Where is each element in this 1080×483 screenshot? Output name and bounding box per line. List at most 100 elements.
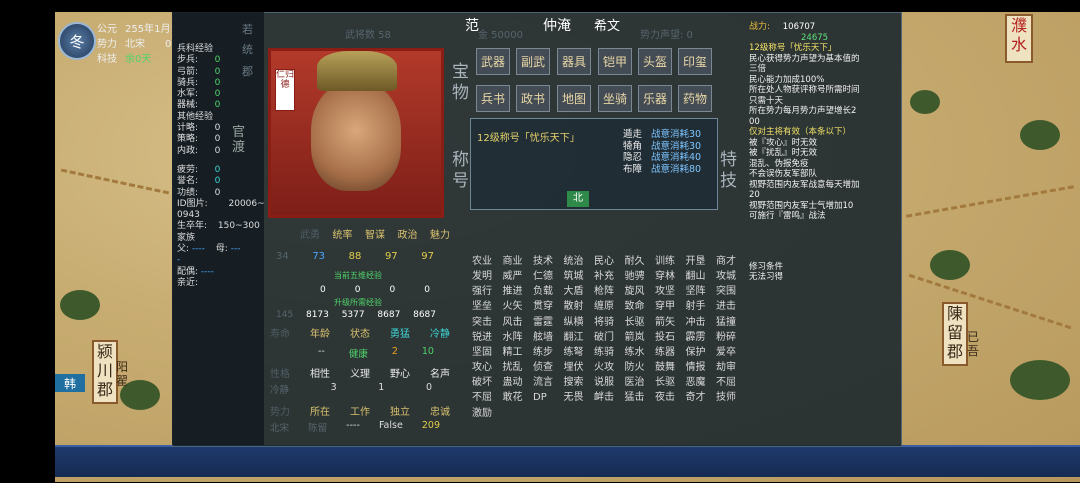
- military-book-slot-button[interactable]: 兵书: [476, 85, 510, 112]
- skill-cell[interactable]: 长驱: [625, 315, 656, 330]
- skill-cell[interactable]: 奇才: [686, 390, 717, 405]
- city-sign-chenliu[interactable]: 陳留郡: [942, 302, 968, 366]
- skill-cell[interactable]: 练器: [655, 345, 686, 360]
- skill-cell[interactable]: 突围: [716, 284, 747, 299]
- skill-cell[interactable]: 火攻: [594, 360, 625, 375]
- skill-cell[interactable]: 精工: [503, 345, 534, 360]
- skill-cell[interactable]: 威严: [503, 269, 534, 284]
- skill-cell[interactable]: 不屈: [472, 390, 503, 405]
- skill-cell[interactable]: 推进: [503, 284, 534, 299]
- skill-cell[interactable]: 突击: [472, 315, 503, 330]
- skill-cell[interactable]: 练步: [533, 345, 564, 360]
- skill-cell[interactable]: 投石: [655, 330, 686, 345]
- politics-book-slot-button[interactable]: 政书: [516, 85, 550, 112]
- skill-cell[interactable]: 练弩: [564, 345, 595, 360]
- skill-cell[interactable]: 坚垒: [472, 299, 503, 314]
- skill-cell[interactable]: 激励: [472, 406, 503, 421]
- skill-cell[interactable]: 衅击: [594, 390, 625, 405]
- skill-cell[interactable]: 商业: [503, 254, 534, 269]
- skill-cell[interactable]: 保护: [686, 345, 717, 360]
- skill-cell[interactable]: 情报: [686, 360, 717, 375]
- skill-cell[interactable]: 练水: [625, 345, 656, 360]
- skill-cell[interactable]: 舷墙: [533, 330, 564, 345]
- skill-cell[interactable]: 不屈: [716, 375, 747, 390]
- skill-cell[interactable]: 穿林: [655, 269, 686, 284]
- skill-cell[interactable]: 防火: [625, 360, 656, 375]
- skill-cell[interactable]: 练骑: [594, 345, 625, 360]
- map-slot-button[interactable]: 地图: [557, 85, 591, 112]
- skill-cell[interactable]: 坚固: [472, 345, 503, 360]
- skill-cell[interactable]: 火矢: [503, 299, 534, 314]
- skill-cell[interactable]: 坚阵: [686, 284, 717, 299]
- skill-cell[interactable]: 统治: [564, 254, 595, 269]
- skill-cell[interactable]: 民心: [594, 254, 625, 269]
- skill-cell[interactable]: 耐久: [625, 254, 656, 269]
- skill-cell[interactable]: 蛊动: [503, 375, 534, 390]
- skill-cell[interactable]: 攻坚: [655, 284, 686, 299]
- helmet-slot-button[interactable]: 头盔: [638, 48, 672, 75]
- skill-cell[interactable]: 农业: [472, 254, 503, 269]
- skill-cell[interactable]: 无畏: [564, 390, 595, 405]
- instrument-slot-button[interactable]: 乐器: [638, 85, 672, 112]
- armor-slot-button[interactable]: 铠甲: [598, 48, 632, 75]
- skill-cell[interactable]: 攻城: [716, 269, 747, 284]
- skill-cell[interactable]: 技术: [533, 254, 564, 269]
- skill-cell[interactable]: 进击: [716, 299, 747, 314]
- skill-cell[interactable]: 仁德: [533, 269, 564, 284]
- title-panel[interactable]: 12级称号「忧乐天下」 遁走 战意消耗30 犄角 战意消耗30 隐忍 战意消耗40 布…: [470, 118, 718, 210]
- seal-slot-button[interactable]: 印玺: [678, 48, 712, 75]
- skill-cell[interactable]: 夜击: [655, 390, 686, 405]
- skill-cell[interactable]: 负载: [533, 284, 564, 299]
- skill-cell[interactable]: 旋风: [625, 284, 656, 299]
- skill-cell[interactable]: 散射: [564, 299, 595, 314]
- skill-cell[interactable]: 强行: [472, 284, 503, 299]
- skill-cell[interactable]: 破坏: [472, 375, 503, 390]
- skill-cell[interactable]: 开垦: [686, 254, 717, 269]
- skill-cell[interactable]: 发明: [472, 269, 503, 284]
- skill-cell[interactable]: 水阵: [503, 330, 534, 345]
- skill-cell[interactable]: 劫审: [716, 360, 747, 375]
- skill-cell[interactable]: 缠原: [594, 299, 625, 314]
- faction-flag[interactable]: 韩: [55, 374, 85, 392]
- skill-cell[interactable]: 猛撞: [716, 315, 747, 330]
- medicine-slot-button[interactable]: 药物: [678, 85, 712, 112]
- skill-cell[interactable]: 侦查: [533, 360, 564, 375]
- skill-cell[interactable]: 搜索: [564, 375, 595, 390]
- skill-cell[interactable]: 穿甲: [655, 299, 686, 314]
- skill-cell[interactable]: 将骑: [594, 315, 625, 330]
- skill-cell[interactable]: 冲击: [686, 315, 717, 330]
- skill-cell[interactable]: 敢花: [503, 390, 534, 405]
- skill-cell[interactable]: 风击: [503, 315, 534, 330]
- general-portrait[interactable]: 仁归德: [268, 48, 444, 218]
- skill-cell[interactable]: 翻江: [564, 330, 595, 345]
- skill-cell[interactable]: 流言: [533, 375, 564, 390]
- skill-cell[interactable]: 攻心: [472, 360, 503, 375]
- skill-cell[interactable]: 贯穿: [533, 299, 564, 314]
- skill-cell[interactable]: 驰骋: [625, 269, 656, 284]
- skill-cell[interactable]: 扰乱: [503, 360, 534, 375]
- skill-cell[interactable]: 埋伏: [564, 360, 595, 375]
- skill-cell[interactable]: 雷霆: [533, 315, 564, 330]
- skill-cell[interactable]: 长驱: [655, 375, 686, 390]
- sub-weapon-slot-button[interactable]: 副武: [516, 48, 550, 75]
- skill-cell[interactable]: 医治: [625, 375, 656, 390]
- skill-cell[interactable]: 说服: [594, 375, 625, 390]
- skill-cell[interactable]: 猛击: [625, 390, 656, 405]
- skill-cell[interactable]: 锐进: [472, 330, 503, 345]
- season-badge[interactable]: 冬: [58, 22, 96, 60]
- skill-cell[interactable]: 枪阵: [594, 284, 625, 299]
- skill-cell[interactable]: 爱卒: [716, 345, 747, 360]
- skill-cell[interactable]: 大盾: [564, 284, 595, 299]
- skill-cell[interactable]: 训练: [655, 254, 686, 269]
- mount-slot-button[interactable]: 坐骑: [598, 85, 632, 112]
- skill-cell[interactable]: 补充: [594, 269, 625, 284]
- skill-cell[interactable]: 鼓舞: [655, 360, 686, 375]
- skill-cell[interactable]: 粉碎: [716, 330, 747, 345]
- skill-cell[interactable]: 破门: [594, 330, 625, 345]
- skill-cell[interactable]: 恶魔: [686, 375, 717, 390]
- tool-slot-button[interactable]: 器具: [557, 48, 591, 75]
- skill-cell[interactable]: 致命: [625, 299, 656, 314]
- skill-cell[interactable]: 技师: [716, 390, 747, 405]
- skill-cell[interactable]: 箭矢: [655, 315, 686, 330]
- skill-cell[interactable]: 翻山: [686, 269, 717, 284]
